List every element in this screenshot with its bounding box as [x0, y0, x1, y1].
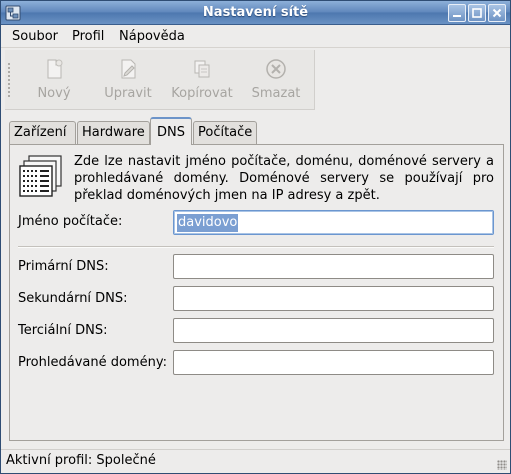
menubar: Soubor Profil Nápověda	[1, 25, 510, 48]
minimize-icon	[453, 15, 461, 17]
title-bar[interactable]: Nastavení sítě	[1, 1, 510, 25]
menu-napoveda[interactable]: Nápověda	[119, 29, 185, 44]
primary-dns-field[interactable]	[173, 254, 494, 279]
secondary-dns-input[interactable]	[176, 290, 488, 307]
hostname-field[interactable]: davidovo	[173, 210, 494, 235]
edit-button[interactable]: Upravit	[93, 54, 163, 106]
menu-soubor[interactable]: Soubor	[12, 29, 58, 44]
maximize-button[interactable]	[468, 4, 486, 22]
tab-dns[interactable]: DNS	[150, 117, 192, 145]
tertiary-dns-label: Terciální DNS:	[18, 323, 108, 338]
active-profile-status: Aktivní profil: Společné	[6, 453, 156, 468]
primary-dns-input[interactable]	[176, 258, 488, 275]
status-bar: Aktivní profil: Společné	[1, 449, 510, 473]
search-domains-input[interactable]	[176, 354, 488, 371]
search-domains-field[interactable]	[173, 350, 494, 375]
copy-button-label: Kopírovat	[171, 86, 233, 101]
edit-icon	[121, 59, 136, 79]
new-button-label: Nový	[37, 86, 71, 101]
maximize-icon	[472, 8, 482, 18]
separator	[18, 246, 494, 248]
delete-button[interactable]: Smazat	[241, 54, 311, 106]
menu-profil[interactable]: Profil	[72, 29, 104, 44]
close-icon	[492, 8, 502, 18]
tertiary-dns-field[interactable]	[173, 318, 494, 343]
primary-dns-label: Primární DNS:	[18, 259, 109, 274]
dns-table-icon	[19, 155, 62, 197]
minimize-button[interactable]	[448, 4, 466, 22]
tertiary-dns-input[interactable]	[176, 322, 488, 339]
close-button[interactable]	[488, 4, 506, 22]
toolbar: Nový Upravit Kopírovat Smazat	[5, 50, 315, 110]
dns-info-text: Zde lze nastavit jméno počítače, doménu,…	[74, 154, 494, 203]
dns-panel: Zde lze nastavit jméno počítače, doménu,…	[9, 144, 504, 441]
delete-button-label: Smazat	[251, 86, 301, 101]
tab-zarizeni[interactable]: Zařízení	[9, 121, 76, 145]
secondary-dns-field[interactable]	[173, 286, 494, 311]
resize-grip-icon[interactable]	[497, 460, 507, 470]
edit-button-label: Upravit	[104, 86, 152, 101]
hostname-label: Jméno počítače:	[18, 214, 123, 229]
copy-icon	[194, 60, 210, 78]
tab-pocitace[interactable]: Počítače	[193, 121, 257, 145]
new-button[interactable]: Nový	[19, 54, 89, 106]
hostname-value[interactable]: davidovo	[177, 214, 239, 232]
search-domains-label: Prohledávané domény:	[18, 355, 167, 370]
toolbar-grip[interactable]	[7, 62, 11, 98]
secondary-dns-label: Sekundární DNS:	[18, 291, 128, 306]
delete-icon	[266, 59, 286, 79]
tab-hardware[interactable]: Hardware	[77, 121, 150, 145]
window-title: Nastavení sítě	[202, 5, 309, 20]
new-document-icon	[47, 59, 63, 79]
copy-button[interactable]: Kopírovat	[167, 54, 237, 106]
network-settings-window: Nastavení sítě Soubor Profil Nápověda No…	[0, 0, 511, 474]
